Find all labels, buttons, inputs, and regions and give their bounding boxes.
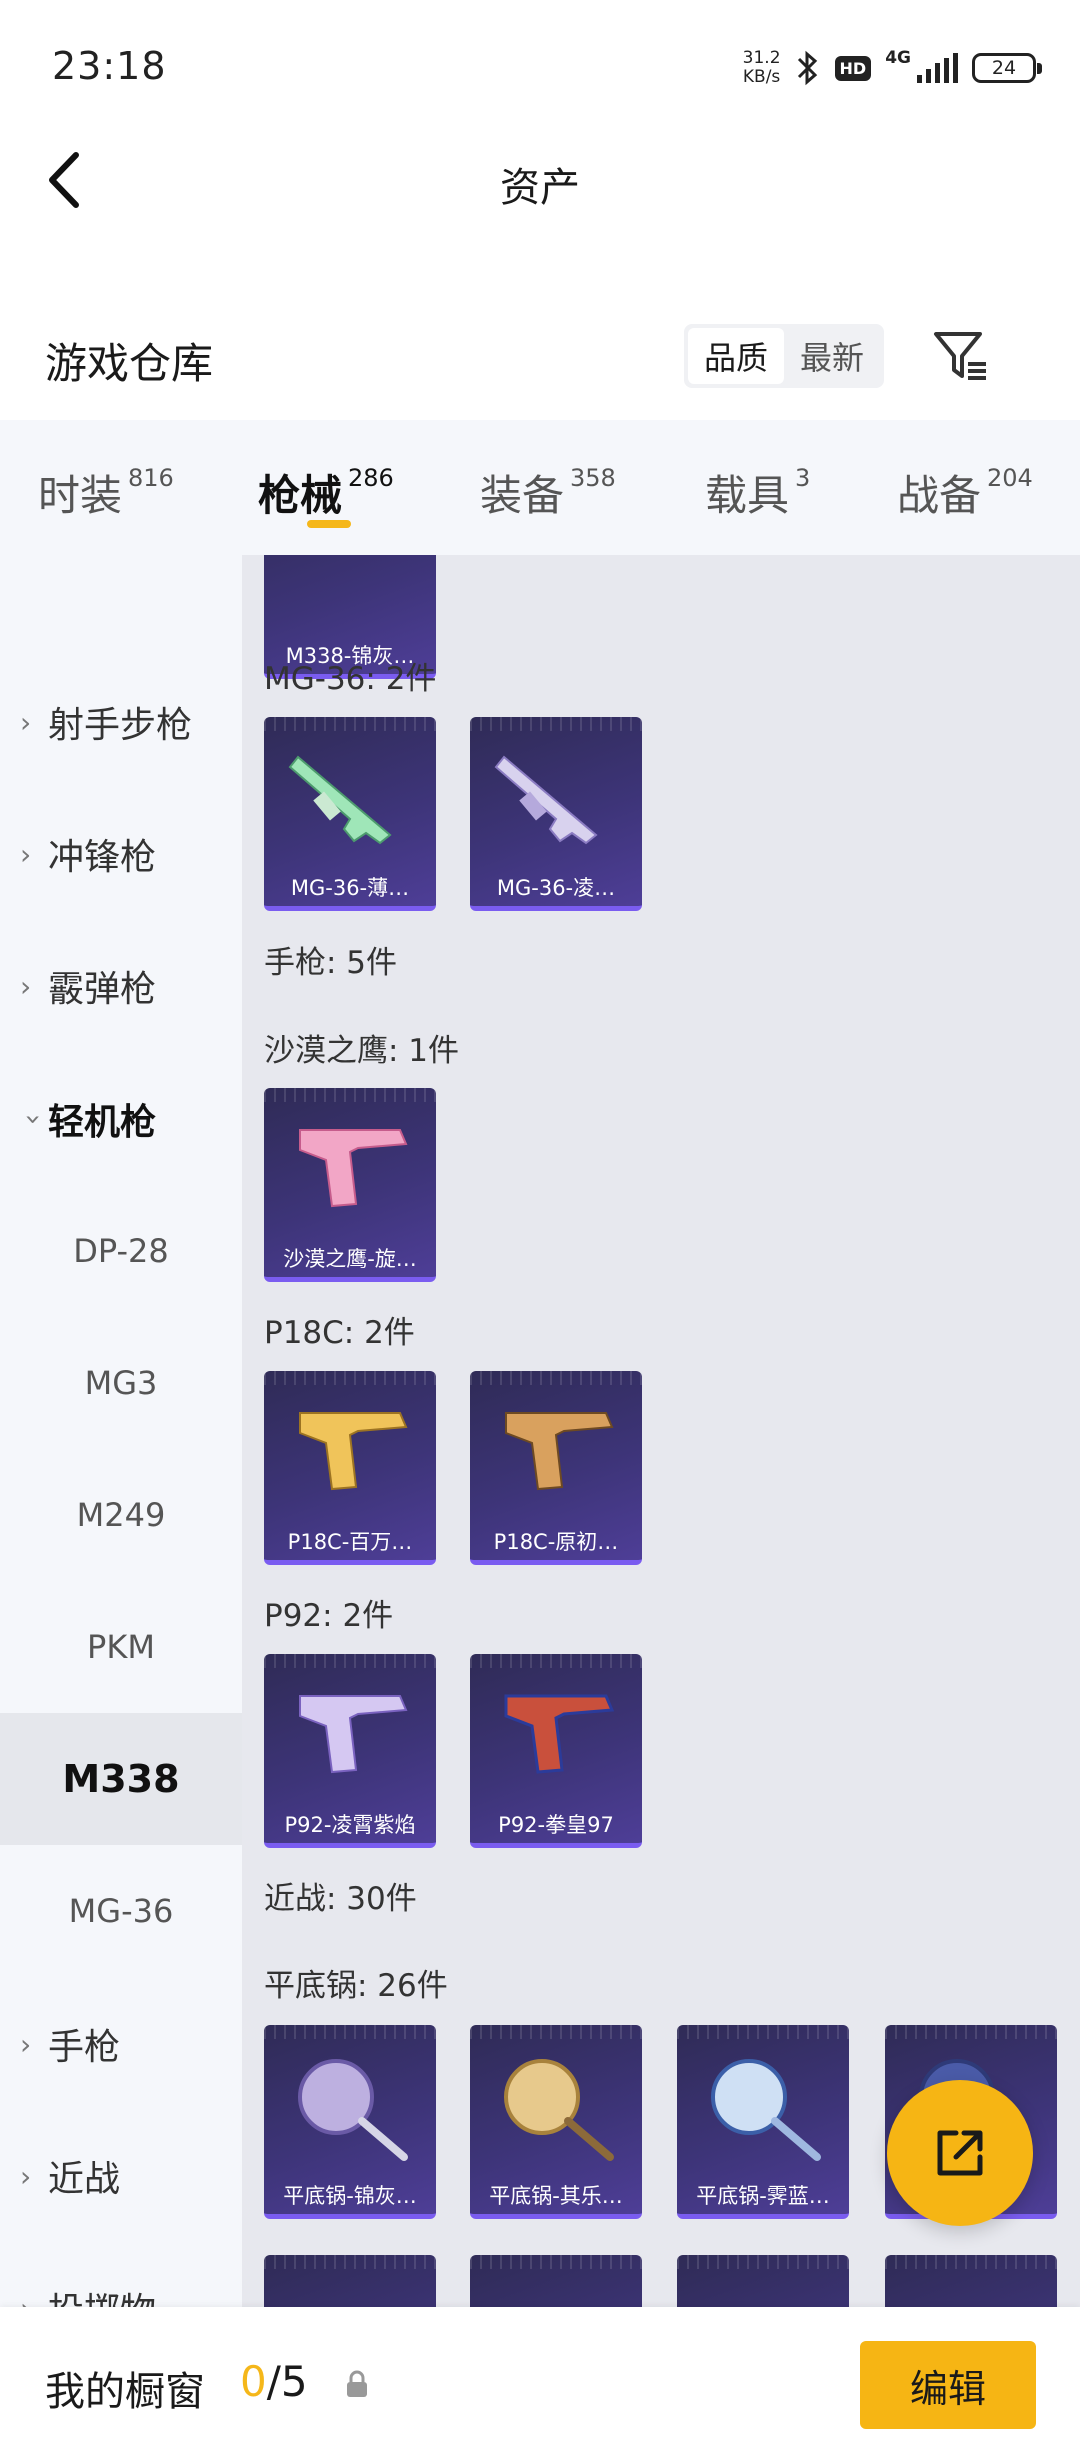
- warehouse-header: 游戏仓库 品质 最新: [0, 300, 1080, 420]
- bottom-bar: 我的橱窗 0 / 5 编辑: [0, 2307, 1080, 2460]
- item-card-p92-1[interactable]: P92-凌霄紫焰: [264, 1654, 436, 1848]
- sidebar-sub-mg3[interactable]: MG3: [0, 1317, 242, 1449]
- sidebar-sub-pkm[interactable]: PKM: [0, 1581, 242, 1713]
- item-card-pan-8[interactable]: [885, 2255, 1057, 2307]
- rifle-image: [288, 755, 392, 845]
- showcase-label: 我的橱窗: [45, 2369, 205, 2415]
- weapon-type-sidebar: › 射手步枪 › 冲锋枪 › 霰弹枪 › 轻机枪 DP-28 MG3 M249 …: [0, 555, 242, 2307]
- tab-supplies[interactable]: 战备 204: [897, 462, 1033, 523]
- section-title-mg36: MG-36: 2件: [264, 661, 437, 697]
- item-card-p92-2[interactable]: P92-拳皇97: [470, 1654, 642, 1848]
- lock-icon: [347, 2370, 367, 2397]
- network-type: 4G: [885, 48, 911, 68]
- item-card-deagle-1[interactable]: 沙漠之鹰-旋…: [264, 1088, 436, 1282]
- hd-badge: HD: [834, 55, 872, 81]
- section-title-p92: P92: 2件: [264, 1598, 394, 1634]
- item-card-pan-6[interactable]: [470, 2255, 642, 2307]
- tab-equipment[interactable]: 装备 358: [480, 462, 616, 523]
- pan-image: [711, 2059, 821, 2161]
- sidebar-item-pistol[interactable]: › 手枪: [0, 1978, 242, 2110]
- item-card-pan-7[interactable]: [677, 2255, 849, 2307]
- section-title-pan: 平底锅: 26件: [264, 1968, 448, 2004]
- category-tabs: 时装 816 枪械 286 装备 358 载具 3 战备 204: [0, 420, 1080, 555]
- item-grid-panel: M338-锦灰… MG-36: 2件 MG-36-薄… MG-36-凌… 手枪:…: [242, 555, 1080, 2307]
- section-title-pistol: 手枪: 5件: [264, 945, 398, 981]
- tab-vehicles[interactable]: 载具 3: [705, 462, 810, 523]
- item-card-pan-5[interactable]: [264, 2255, 436, 2307]
- pistol-image: [504, 1694, 615, 1774]
- warehouse-title: 游戏仓库: [45, 339, 214, 388]
- chevron-down-icon: ›: [17, 1113, 51, 1125]
- item-card-mg36-1[interactable]: MG-36-薄…: [264, 717, 436, 911]
- battery-icon: 24: [972, 53, 1042, 83]
- pistol-image: [505, 1412, 614, 1491]
- tab-fashion[interactable]: 时装 816: [38, 462, 174, 523]
- battery-level: 24: [991, 57, 1017, 79]
- active-tab-indicator: [307, 520, 351, 528]
- share-button[interactable]: [887, 2080, 1033, 2226]
- chevron-right-icon: ›: [20, 2159, 32, 2193]
- bluetooth-icon: [797, 50, 817, 86]
- pistol-image: [299, 1129, 408, 1208]
- sidebar-sub-dp28[interactable]: DP-28: [0, 1185, 242, 1317]
- section-title-p18c: P18C: 2件: [264, 1315, 415, 1351]
- share-icon: [937, 2130, 983, 2176]
- chevron-right-icon: ›: [20, 2292, 48, 2308]
- status-bar: 23:18 31.2 KB/s HD 4G 24: [0, 0, 1080, 135]
- sidebar-item-marksman-rifle[interactable]: › 射手步枪: [0, 656, 242, 788]
- sidebar-sub-m249[interactable]: M249: [0, 1449, 242, 1581]
- chevron-right-icon: ›: [20, 837, 32, 871]
- item-card-pan-3[interactable]: 平底锅-霁蓝…: [677, 2025, 849, 2219]
- signal-icon: [917, 53, 958, 83]
- nav-bar: 资产: [0, 135, 1080, 225]
- sort-toggle: 品质 最新: [684, 324, 884, 388]
- sidebar-item-lmg[interactable]: › 轻机枪: [0, 1053, 242, 1185]
- sidebar-item-throwable[interactable]: › 投掷物: [0, 2242, 242, 2307]
- section-title-desert-eagle: 沙漠之鹰: 1件: [264, 1033, 460, 1069]
- section-title-melee: 近战: 30件: [264, 1881, 417, 1917]
- edit-button[interactable]: 编辑: [860, 2341, 1036, 2429]
- status-time: 23:18: [52, 44, 167, 88]
- item-card-pan-1[interactable]: 平底锅-锦灰…: [264, 2025, 436, 2219]
- sidebar-item-melee[interactable]: › 近战: [0, 2110, 242, 2242]
- sidebar-sub-mg36[interactable]: MG-36: [0, 1845, 242, 1977]
- sort-quality-option[interactable]: 品质: [688, 328, 784, 384]
- item-card-p18c-2[interactable]: P18C-原初…: [470, 1371, 642, 1565]
- chevron-right-icon: ›: [20, 2027, 32, 2061]
- sidebar-item-smg[interactable]: › 冲锋枪: [0, 788, 242, 920]
- showcase-count: 0 / 5: [240, 2357, 308, 2406]
- item-card-pan-2[interactable]: 平底锅-其乐…: [470, 2025, 642, 2219]
- item-card-mg36-2[interactable]: MG-36-凌…: [470, 717, 642, 911]
- pistol-image: [299, 1695, 408, 1774]
- tab-firearms[interactable]: 枪械 286: [258, 462, 394, 523]
- pan-image: [298, 2059, 408, 2161]
- chevron-right-icon: ›: [20, 705, 32, 739]
- status-icons: 31.2 KB/s HD 4G 24: [742, 46, 1042, 90]
- sort-latest-option[interactable]: 最新: [784, 328, 880, 384]
- sidebar-item-shotgun[interactable]: › 霰弹枪: [0, 920, 242, 1052]
- pistol-image: [299, 1412, 408, 1491]
- sidebar-sub-m338[interactable]: M338: [0, 1713, 242, 1845]
- rifle-image: [494, 755, 598, 845]
- chevron-right-icon: ›: [20, 969, 32, 1003]
- page-title: 资产: [500, 165, 580, 211]
- net-speed: 31.2 KB/s: [742, 48, 781, 87]
- item-card-p18c-1[interactable]: P18C-百万…: [264, 1371, 436, 1565]
- pan-image: [504, 2059, 614, 2161]
- filter-icon[interactable]: [930, 324, 994, 388]
